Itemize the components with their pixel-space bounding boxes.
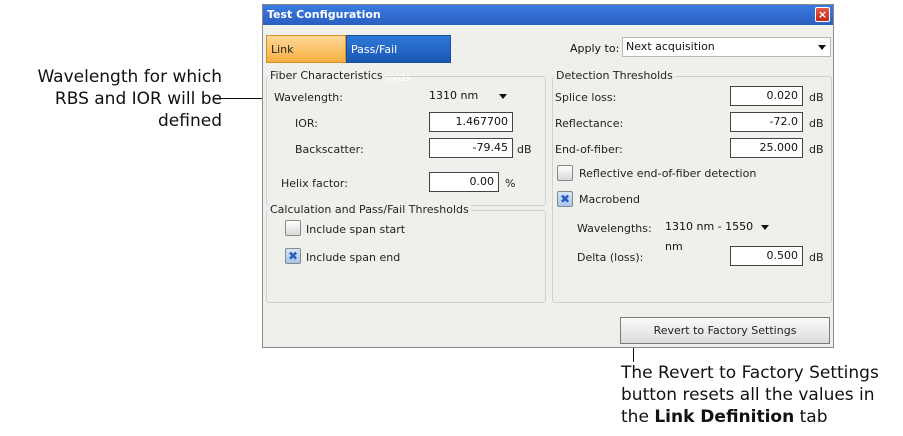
detection-thresholds-group	[552, 76, 832, 303]
include-span-end-checkbox[interactable]: ✖	[285, 248, 301, 264]
apply-to-value: Next acquisition	[626, 40, 715, 53]
include-span-start-checkbox[interactable]	[285, 220, 301, 236]
callout-line: RBS and IOR will be	[54, 89, 222, 109]
splice-loss-label: Splice loss:	[555, 91, 617, 104]
reflective-eof-checkbox[interactable]	[557, 165, 573, 181]
wavelength-callout: Wavelength for which RBS and IOR will be…	[8, 66, 222, 132]
reflective-eof-label: Reflective end-of-fiber detection	[579, 167, 757, 180]
wavelengths-label: Wavelengths:	[577, 222, 652, 235]
apply-to-label: Apply to:	[570, 42, 620, 55]
tab-link-definition[interactable]: Link Definition	[266, 35, 346, 84]
revert-callout: The Revert to Factory Settings button re…	[621, 362, 903, 428]
group-title: Fiber Characteristics	[268, 69, 385, 82]
ior-field[interactable]: 1.467700	[429, 112, 513, 132]
include-span-end-label: Include span end	[306, 251, 401, 264]
end-of-fiber-label: End-of-fiber:	[555, 143, 623, 156]
apply-to-select[interactable]: Next acquisition	[622, 37, 831, 57]
dialog-title: Test Configuration	[267, 8, 381, 21]
helix-factor-label: Helix factor:	[281, 177, 348, 190]
tab-pass-fail-thresholds[interactable]: Pass/Fail Thresholds	[346, 35, 451, 84]
close-button[interactable]: ×	[815, 7, 830, 22]
reflectance-unit: dB	[809, 117, 824, 130]
wavelengths-dropdown[interactable]: 1310 nm - 1550 nm	[665, 217, 773, 253]
delta-loss-field[interactable]: 0.500	[730, 246, 803, 266]
chevron-down-icon	[761, 225, 769, 230]
end-of-fiber-unit: dB	[809, 143, 824, 156]
ior-label: IOR:	[295, 117, 318, 130]
callout-line: The Revert to Factory Settings	[621, 363, 879, 383]
callout-line: the	[621, 407, 655, 427]
reflectance-field[interactable]: -72.0	[730, 112, 803, 132]
group-title: Detection Thresholds	[554, 69, 675, 82]
helix-factor-field[interactable]: 0.00	[429, 172, 499, 192]
backscatter-unit: dB	[517, 143, 532, 156]
include-span-start-label: Include span start	[306, 223, 406, 236]
wavelength-leader-line	[214, 98, 268, 99]
helix-factor-unit: %	[505, 177, 516, 190]
backscatter-label: Backscatter:	[295, 143, 364, 156]
test-configuration-dialog: Test Configuration × Link Definition Pas…	[262, 4, 834, 348]
callout-bold: Link Definition	[654, 407, 795, 427]
chevron-down-icon	[499, 94, 507, 99]
backscatter-field[interactable]: -79.45	[429, 138, 513, 158]
wavelength-value: 1310 nm	[429, 89, 479, 102]
wavelength-dropdown[interactable]: 1310 nm	[429, 86, 511, 106]
macrobend-label: Macrobend	[579, 193, 640, 206]
group-title: Calculation and Pass/Fail Thresholds	[268, 203, 471, 216]
callout-line: tab	[794, 407, 828, 427]
revert-to-factory-settings-button[interactable]: Revert to Factory Settings	[620, 317, 830, 344]
splice-loss-field[interactable]: 0.020	[730, 86, 803, 106]
title-bar: Test Configuration ×	[263, 5, 833, 25]
delta-loss-unit: dB	[809, 251, 824, 264]
reflectance-label: Reflectance:	[555, 117, 624, 130]
delta-loss-label: Delta (loss):	[577, 251, 644, 264]
callout-line: Wavelength for which	[37, 67, 222, 87]
callout-line: button resets all the values in	[621, 385, 875, 405]
macrobend-checkbox[interactable]: ✖	[557, 191, 573, 207]
splice-loss-unit: dB	[809, 91, 824, 104]
chevron-down-icon	[818, 45, 826, 50]
callout-line: defined	[158, 111, 222, 131]
wavelength-label: Wavelength:	[274, 91, 343, 104]
end-of-fiber-field[interactable]: 25.000	[730, 138, 803, 158]
